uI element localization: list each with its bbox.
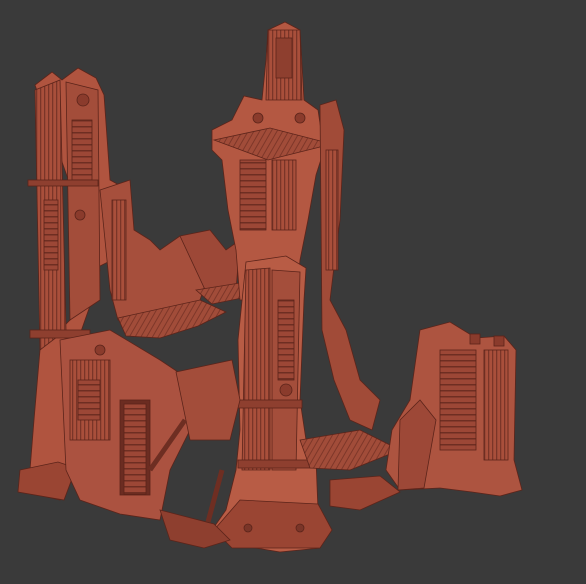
3d-viewport[interactable] [0,0,586,584]
model-render [0,0,586,584]
